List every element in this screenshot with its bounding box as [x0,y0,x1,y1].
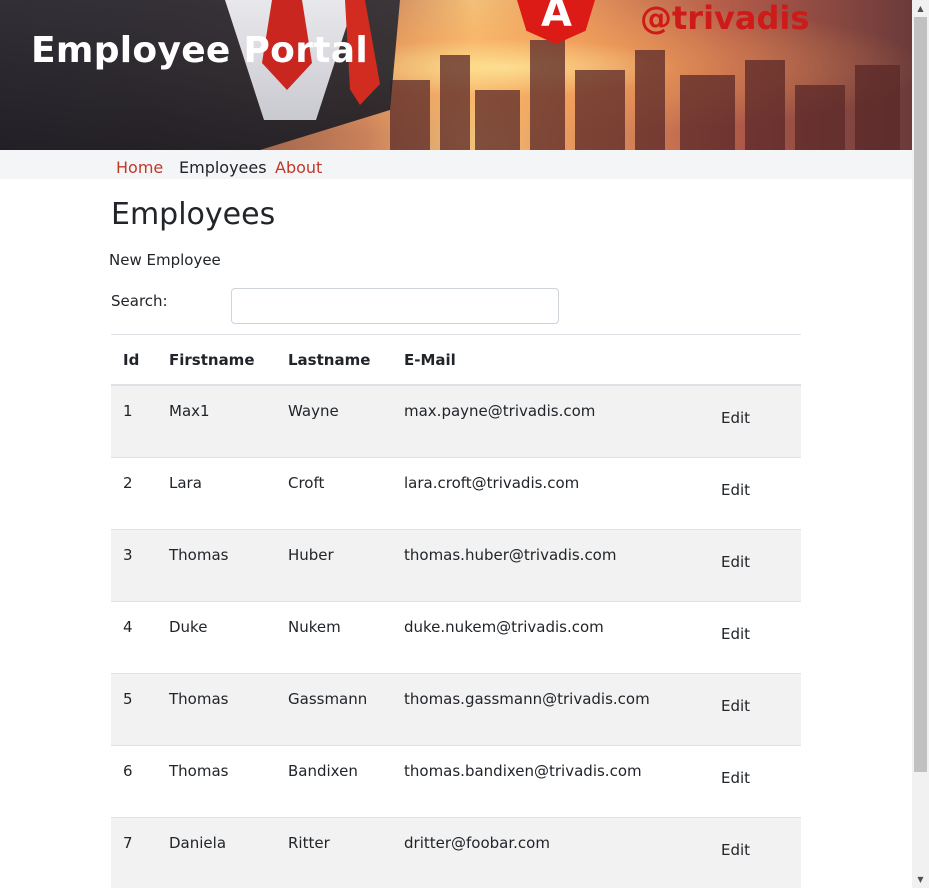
top-nav: Home Employees About [0,150,912,179]
cell-email: thomas.huber@trivadis.com [392,528,709,601]
table-row: 4 Duke Nukem duke.nukem@trivadis.com Edi… [111,600,801,673]
cell-lastname: Bandixen [276,744,392,817]
cell-id: 5 [111,672,157,745]
table-row: 2 Lara Croft lara.croft@trivadis.com Edi… [111,456,801,529]
edit-link[interactable]: Edit [721,409,750,427]
cell-id: 3 [111,528,157,601]
column-header-id: Id [111,334,157,386]
cell-firstname: Lara [157,456,276,529]
cell-firstname: Duke [157,600,276,673]
table-header-row: Id Firstname Lastname E-Mail [111,334,801,386]
cell-email: dritter@foobar.com [392,816,709,888]
cell-id: 6 [111,744,157,817]
edit-link[interactable]: Edit [721,697,750,715]
cell-firstname: Daniela [157,816,276,888]
column-header-email: E-Mail [392,334,709,386]
cell-email: max.payne@trivadis.com [392,384,709,457]
cell-lastname: Gassmann [276,672,392,745]
edit-link[interactable]: Edit [721,625,750,643]
cell-actions: Edit [709,456,801,529]
table-row: 5 Thomas Gassmann thomas.gassmann@trivad… [111,672,801,745]
table-row: 7 Daniela Ritter dritter@foobar.com Edit [111,816,801,888]
cell-lastname: Ritter [276,816,392,888]
cell-actions: Edit [709,600,801,673]
logo-letter: A [541,0,572,36]
cell-actions: Edit [709,744,801,817]
cell-email: duke.nukem@trivadis.com [392,600,709,673]
cell-email: thomas.gassmann@trivadis.com [392,672,709,745]
header-banner: A @trivadis Employee Portal [0,0,912,150]
edit-link[interactable]: Edit [721,769,750,787]
cell-firstname: Thomas [157,744,276,817]
cell-lastname: Wayne [276,384,392,457]
page-title: Employee Portal [31,30,368,71]
table-row: 1 Max1 Wayne max.payne@trivadis.com Edit [111,384,801,457]
cell-firstname: Max1 [157,384,276,457]
employee-table: Id Firstname Lastname E-Mail 1 Max1 Wayn… [111,334,801,888]
new-employee-link[interactable]: New Employee [109,251,221,269]
section-heading: Employees [111,197,276,232]
nav-item-home[interactable]: Home [116,158,163,177]
column-header-lastname: Lastname [276,334,392,386]
cell-id: 1 [111,384,157,457]
brand-text: @trivadis [640,0,810,37]
edit-link[interactable]: Edit [721,841,750,859]
column-header-actions [709,334,801,386]
cell-id: 2 [111,456,157,529]
scroll-up-arrow-icon[interactable]: ▲ [912,0,929,17]
cell-email: lara.croft@trivadis.com [392,456,709,529]
table-row: 3 Thomas Huber thomas.huber@trivadis.com… [111,528,801,601]
cell-lastname: Croft [276,456,392,529]
cell-actions: Edit [709,816,801,888]
cell-actions: Edit [709,528,801,601]
nav-item-employees[interactable]: Employees [179,158,267,177]
cell-lastname: Nukem [276,600,392,673]
cell-firstname: Thomas [157,528,276,601]
cell-actions: Edit [709,384,801,457]
cell-id: 4 [111,600,157,673]
cell-firstname: Thomas [157,672,276,745]
scrollbar-thumb[interactable] [914,17,927,772]
skyline-image [380,30,912,150]
search-input[interactable] [231,288,559,324]
column-header-firstname: Firstname [157,334,276,386]
table-row: 6 Thomas Bandixen thomas.bandixen@trivad… [111,744,801,817]
cell-email: thomas.bandixen@trivadis.com [392,744,709,817]
cell-actions: Edit [709,672,801,745]
cell-lastname: Huber [276,528,392,601]
edit-link[interactable]: Edit [721,481,750,499]
scroll-down-arrow-icon[interactable]: ▼ [912,871,929,888]
search-label: Search: [111,292,168,310]
page: A @trivadis Employee Portal Home Employe… [0,0,912,888]
cell-id: 7 [111,816,157,888]
vertical-scrollbar[interactable]: ▲ ▼ [912,0,929,888]
nav-item-about[interactable]: About [275,158,322,177]
edit-link[interactable]: Edit [721,553,750,571]
